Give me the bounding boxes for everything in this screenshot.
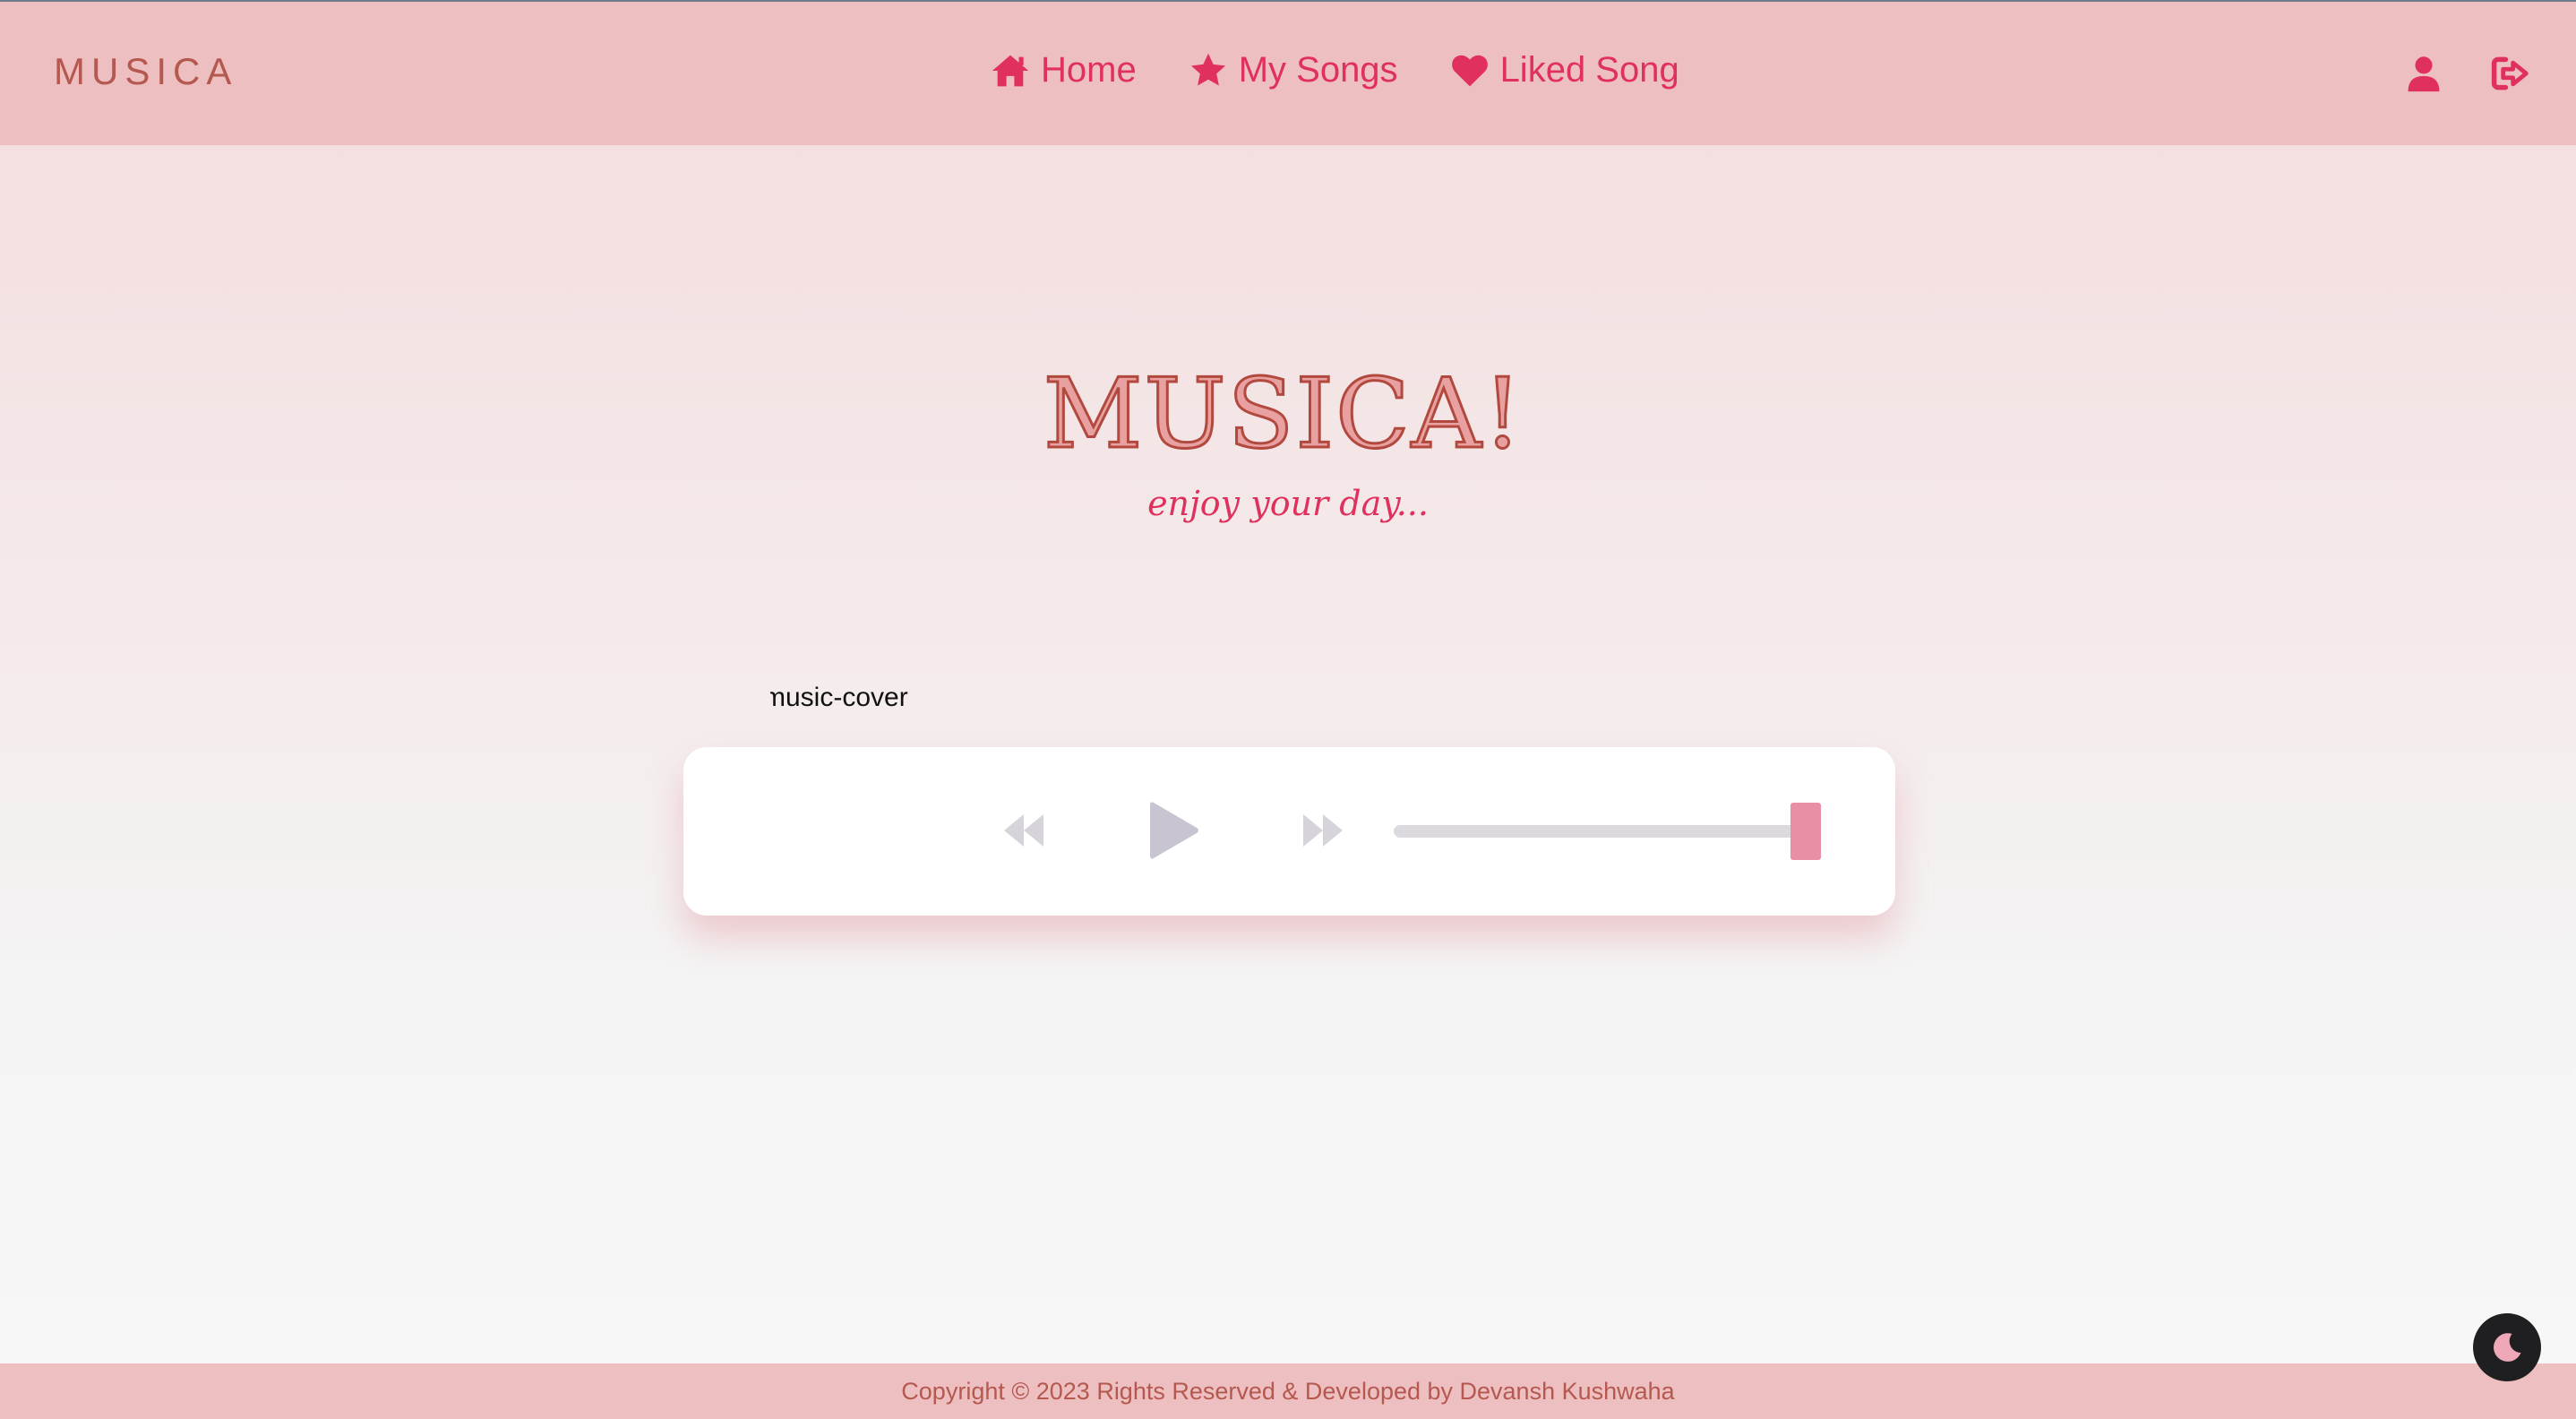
nav-liked-song-link[interactable]: Liked Song xyxy=(1450,50,1679,90)
footer-text: Copyright © 2023 Rights Reserved & Devel… xyxy=(901,1378,1675,1405)
nav-my-songs-link[interactable]: My Songs xyxy=(1189,50,1398,90)
nav-right-actions xyxy=(2357,54,2529,93)
music-cover-alt-text: music-cover xyxy=(770,683,908,712)
music-cover-image: music-cover xyxy=(770,683,914,718)
star-icon xyxy=(1190,53,1225,85)
moon-icon xyxy=(2494,1333,2521,1362)
logout-icon[interactable] xyxy=(2490,54,2529,93)
footer: Copyright © 2023 Rights Reserved & Devel… xyxy=(0,1363,2576,1419)
progress-thumb[interactable] xyxy=(1790,803,1821,860)
play-icon[interactable] xyxy=(1146,799,1200,862)
fast-forward-icon[interactable] xyxy=(1301,811,1344,850)
progress-bar[interactable] xyxy=(1394,825,1806,838)
nav-home-label: Home xyxy=(1041,50,1137,90)
nav-home-link[interactable]: Home xyxy=(991,50,1137,90)
brand-logo[interactable]: MUSICA xyxy=(54,50,237,93)
rewind-icon[interactable] xyxy=(1002,811,1045,850)
home-icon xyxy=(992,55,1029,86)
hero-title: MUSICA! xyxy=(1042,357,1524,472)
nav-links: Home My Songs Liked Song xyxy=(991,50,1731,90)
nav-liked-song-label: Liked Song xyxy=(1499,50,1679,90)
heart-icon xyxy=(1451,55,1488,86)
theme-toggle-button[interactable] xyxy=(2473,1313,2541,1381)
user-icon[interactable] xyxy=(2404,54,2443,93)
hero-subtitle: enjoy your day... xyxy=(1147,484,1429,523)
navbar: MUSICA Home My Songs Liked Song xyxy=(0,0,2576,145)
nav-my-songs-label: My Songs xyxy=(1238,50,1398,90)
music-player xyxy=(683,747,1895,916)
